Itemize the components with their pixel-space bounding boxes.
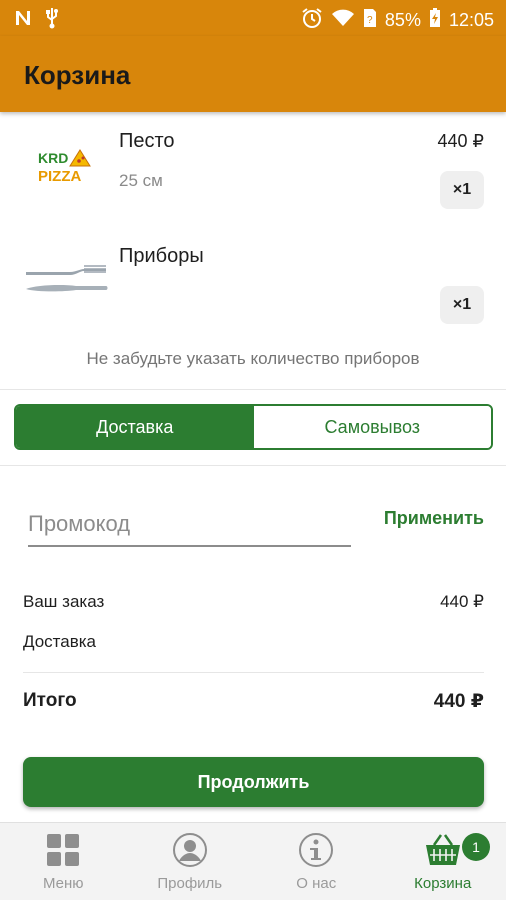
logo-text-bottom: PIZZA: [38, 168, 81, 185]
svg-text:?: ?: [367, 15, 373, 26]
total-value: 440 ₽: [433, 691, 484, 712]
alarm-icon: [301, 7, 323, 34]
item-price: 440 ₽: [437, 131, 485, 151]
nav-item-cart[interactable]: Корзина 1: [380, 823, 506, 900]
bottom-navigation: Меню Профиль О нас Корзина 1: [0, 822, 506, 900]
cutlery-image: [22, 262, 108, 302]
wifi-icon: [331, 8, 355, 33]
continue-button[interactable]: Продолжить: [23, 757, 484, 807]
info-icon: [297, 831, 335, 869]
item-name: Песто: [119, 130, 175, 152]
nav-item-menu[interactable]: Меню: [0, 823, 127, 900]
menu-grid-icon: [44, 831, 82, 869]
cart-count-badge: 1: [462, 833, 490, 861]
delivery-method-toggle[interactable]: Доставка Самовывоз: [14, 404, 493, 450]
total-label: Итого: [23, 690, 77, 711]
nav-item-profile[interactable]: Профиль: [127, 823, 254, 900]
sim-icon: ?: [363, 8, 377, 33]
item-size: 25 см: [119, 171, 163, 190]
order-subtotal-value: 440 ₽: [440, 592, 484, 611]
order-subtotal-label: Ваш заказ: [23, 592, 105, 611]
apply-promo-button[interactable]: Применить: [384, 508, 484, 529]
app-bar: Корзина: [0, 36, 506, 112]
krd-pizza-logo: KRD PIZZA: [36, 146, 100, 186]
clock: 12:05: [448, 10, 494, 30]
nav-label: О нас: [296, 875, 337, 892]
battery-percent: 85%: [384, 10, 421, 30]
nav-item-about[interactable]: О нас: [253, 823, 380, 900]
tab-delivery[interactable]: Доставка: [16, 406, 254, 448]
tab-pickup[interactable]: Самовывоз: [253, 406, 491, 448]
logo-text-top: KRD: [38, 150, 68, 166]
profile-icon: [171, 831, 209, 869]
divider: [0, 389, 506, 390]
nav-label: Профиль: [157, 875, 223, 892]
usb-icon: [44, 7, 60, 34]
battery-charging-icon: [429, 8, 441, 33]
divider: [0, 465, 506, 466]
cart-item-pesto[interactable]: KRD PIZZA Песто 25 см 440 ₽ ×1: [0, 112, 506, 230]
cart-item-cutlery[interactable]: Приборы ×1: [0, 230, 506, 340]
delivery-cost-label: Доставка: [23, 632, 97, 651]
nav-label: Корзина: [414, 875, 472, 892]
divider: [23, 672, 484, 673]
quantity-button[interactable]: ×1: [440, 171, 484, 209]
item-name: Приборы: [119, 245, 204, 267]
n-notification-icon: [14, 9, 32, 32]
quantity-button[interactable]: ×1: [440, 286, 484, 324]
status-bar: ? 85% 12:05: [0, 0, 506, 36]
page-title: Корзина: [24, 60, 131, 90]
promo-code-input[interactable]: [28, 503, 351, 547]
nav-label: Меню: [42, 875, 84, 892]
cutlery-reminder: Не забудьте указать количество приборов: [86, 349, 420, 368]
basket-icon: [424, 831, 462, 869]
